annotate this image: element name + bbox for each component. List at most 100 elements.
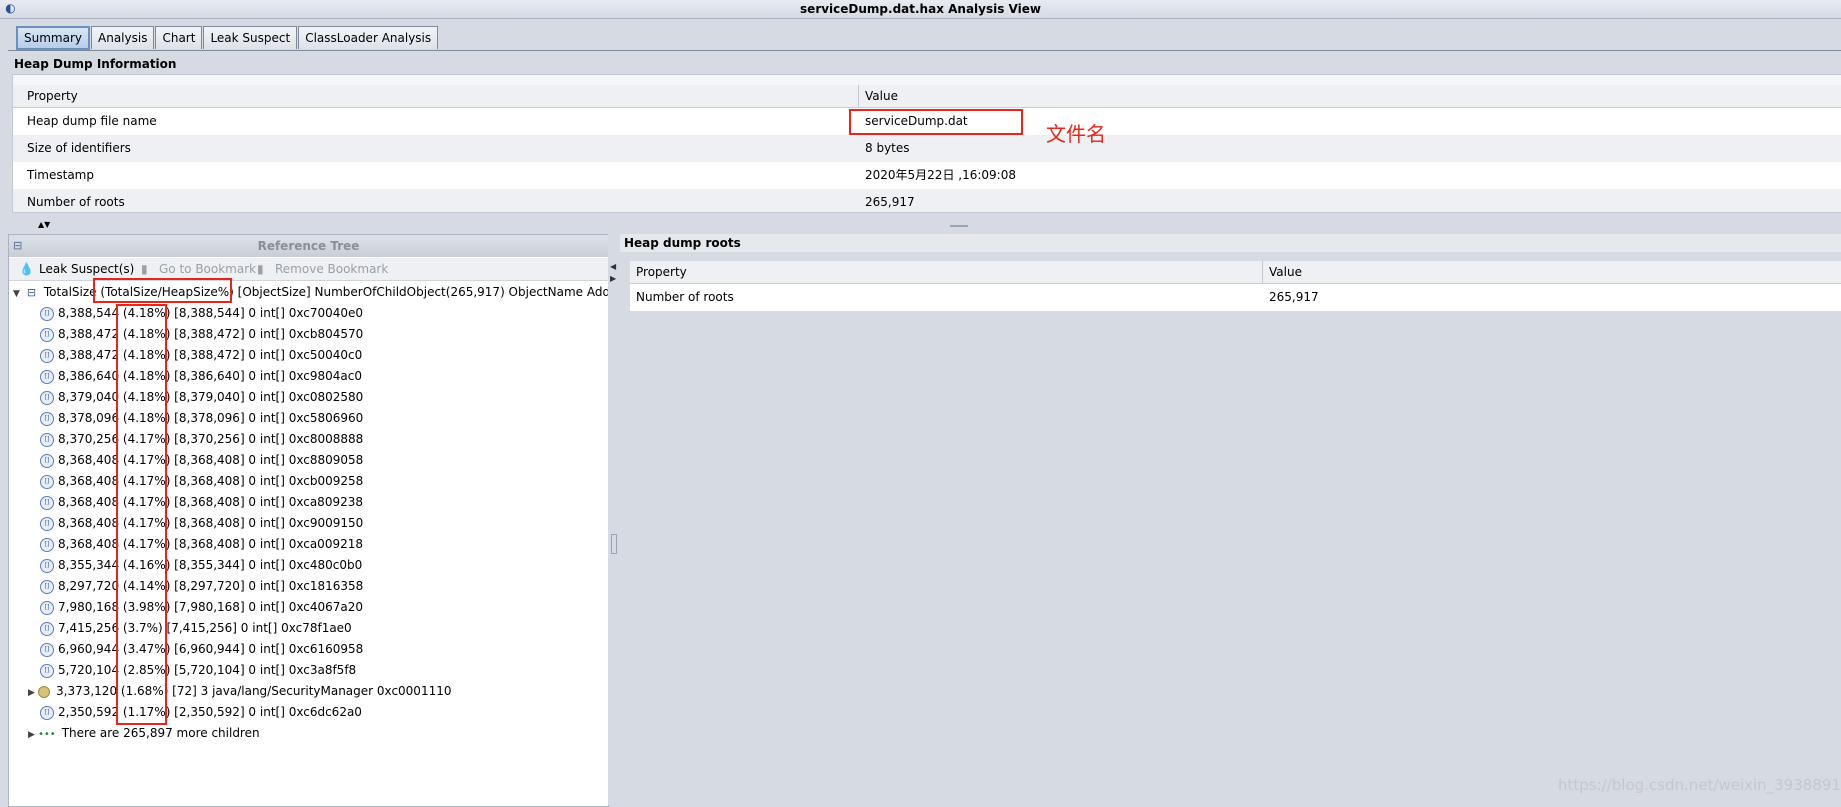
splitter-grip-icon[interactable] — [950, 225, 968, 227]
collapse-left-icon[interactable]: ◀ — [610, 262, 616, 271]
tab-classloader-analysis[interactable]: ClassLoader Analysis — [298, 26, 439, 49]
table-row[interactable]: Number of roots 265,917 — [13, 189, 1841, 212]
tree-row[interactable]: [] 2,350,592 (1.17%) [2,350,592] 0 int[] … — [40, 702, 362, 723]
tree-row[interactable]: [] 8,355,344 (4.16%) [8,355,344] 0 int[] … — [40, 555, 362, 576]
leak-suspects-button[interactable]: Leak Suspect(s) — [39, 262, 134, 276]
property-column-header[interactable]: Property — [636, 261, 687, 283]
tree-item-text: 8,388,472 (4.18%) [8,388,472] 0 int[] 0x… — [58, 348, 363, 362]
tree-item-text: 8,368,408 (4.17%) [8,368,408] 0 int[] 0x… — [58, 474, 364, 488]
tab-analysis[interactable]: Analysis — [91, 26, 155, 49]
tree-row[interactable]: ▶ 3,373,120 (1.68%) [72] 3 java/lang/Secu… — [28, 681, 451, 702]
remove-bookmark-icon: ▮ — [257, 262, 264, 276]
table-row[interactable]: Size of identifiers 8 bytes — [13, 135, 1841, 162]
value-column-header[interactable]: Value — [865, 89, 898, 103]
tree-row[interactable]: [] 8,368,408 (4.17%) [8,368,408] 0 int[] … — [40, 450, 363, 471]
watermark: https://blog.csdn.net/weixin_39388918 — [1558, 776, 1841, 794]
int-array-icon: [] — [40, 411, 54, 426]
tree-row[interactable]: [] 7,980,168 (3.98%) [7,980,168] 0 int[] … — [40, 597, 363, 618]
tree-item-text: 8,379,040 (4.18%) [8,379,040] 0 int[] 0x… — [58, 390, 364, 404]
int-array-icon: [] — [40, 558, 54, 573]
tree-item-text: 8,368,408 (4.17%) [8,368,408] 0 int[] 0x… — [58, 495, 363, 509]
go-to-bookmark-button[interactable]: Go to Bookmark — [159, 262, 256, 276]
vertical-splitter[interactable]: ◀ ▶ — [608, 234, 620, 805]
int-array-icon: [] — [40, 663, 54, 678]
table-row[interactable]: Timestamp 2020年5月22日 ,16:09:08 — [13, 162, 1841, 189]
tree-row[interactable]: [] 8,388,544 (4.18%) [8,388,544] 0 int[] … — [40, 303, 363, 324]
tree-row[interactable]: [] 8,388,472 (4.18%) [8,388,472] 0 int[] … — [40, 324, 363, 345]
int-array-icon: [] — [40, 537, 54, 552]
tree-view-icon[interactable]: ⊟ — [13, 235, 22, 257]
value-column-header[interactable]: Value — [1269, 261, 1302, 283]
tab-chart[interactable]: Chart — [155, 26, 203, 49]
tree-item-text: 8,355,344 (4.16%) [8,355,344] 0 int[] 0x… — [58, 558, 363, 572]
splitter-grip-icon[interactable] — [611, 534, 617, 554]
int-array-icon: [] — [40, 327, 54, 342]
heap-info-header: Property Value — [13, 85, 1841, 108]
tree-row[interactable]: [] 6,960,944 (3.47%) [6,960,944] 0 int[] … — [40, 639, 363, 660]
int-array-icon: [] — [40, 495, 54, 510]
value-cell: 2020年5月22日 ,16:09:08 — [865, 168, 1016, 182]
tree-row[interactable]: [] 8,370,256 (4.17%) [8,370,256] 0 int[] … — [40, 429, 363, 450]
tree-item-text: 8,368,408 (4.17%) [8,368,408] 0 int[] 0x… — [58, 516, 364, 530]
int-array-icon: [] — [40, 621, 54, 636]
tree-row[interactable]: [] 8,378,096 (4.18%) [8,378,096] 0 int[] … — [40, 408, 363, 429]
tree-row[interactable]: [] 8,297,720 (4.14%) [8,297,720] 0 int[] … — [40, 576, 363, 597]
leak-drop-icon: 💧 — [19, 262, 34, 276]
value-cell: 265,917 — [865, 195, 915, 209]
int-array-icon: [] — [40, 390, 54, 405]
int-array-icon: [] — [40, 306, 54, 321]
tree-row[interactable]: [] 8,386,640 (4.18%) [8,386,640] 0 int[] … — [40, 366, 362, 387]
value-cell: 8 bytes — [865, 141, 910, 155]
expand-triangle-icon[interactable]: ▼ — [13, 284, 23, 305]
tree-row[interactable]: [] 8,368,408 (4.17%) [8,368,408] 0 int[] … — [40, 492, 363, 513]
tree-row[interactable]: [] 5,720,104 (2.85%) [5,720,104] 0 int[] … — [40, 660, 356, 681]
column-divider[interactable] — [858, 85, 859, 107]
column-divider[interactable] — [1262, 261, 1263, 283]
int-array-icon: [] — [40, 432, 54, 447]
tree-item-text: 8,368,408 (4.17%) [8,368,408] 0 int[] 0x… — [58, 453, 364, 467]
table-row[interactable]: Number of roots 265,917 — [630, 284, 1841, 311]
tree-row[interactable]: [] 7,415,256 (3.7%) [7,415,256] 0 int[] 0… — [40, 618, 352, 639]
expand-triangle-icon[interactable]: ▶ — [28, 725, 38, 746]
tab-divider — [8, 50, 1841, 51]
reference-tree-title: Reference Tree — [257, 239, 360, 253]
tree-root-icon: ⊟ — [26, 286, 37, 299]
horizontal-splitter[interactable]: ▲▼ — [0, 219, 1841, 233]
reference-tree-header: ⊟ Reference Tree — [9, 235, 608, 257]
int-array-icon: [] — [40, 348, 54, 363]
int-array-icon: [] — [40, 516, 54, 531]
tab-leak-suspect[interactable]: Leak Suspect — [203, 26, 298, 49]
tab-summary[interactable]: Summary — [16, 26, 90, 50]
tree-row-more-children[interactable]: ▶ ••• There are 265,897 more children — [28, 723, 260, 744]
heap-roots-table: Property Value Number of roots 265,917 — [630, 261, 1841, 311]
property-column-header[interactable]: Property — [27, 89, 78, 103]
heap-roots-title: Heap dump roots — [620, 234, 1841, 252]
highlight-box — [849, 109, 1023, 135]
tree-row[interactable]: [] 8,379,040 (4.18%) [8,379,040] 0 int[] … — [40, 387, 363, 408]
remove-bookmark-button[interactable]: Remove Bookmark — [275, 262, 388, 276]
tree-row[interactable]: [] 8,368,408 (4.17%) [8,368,408] 0 int[] … — [40, 471, 363, 492]
int-array-icon: [] — [40, 474, 54, 489]
int-array-icon: [] — [40, 453, 54, 468]
object-icon — [38, 685, 50, 698]
tree-item-text: 7,415,256 (3.7%) [7,415,256] 0 int[] 0xc… — [58, 621, 352, 635]
heap-roots-header: Property Value — [630, 261, 1841, 284]
collapse-arrows-icon[interactable]: ▲▼ — [38, 220, 50, 229]
bookmark-icon: ▮ — [141, 262, 148, 276]
value-cell: 265,917 — [1269, 290, 1319, 304]
tree-item-text: 7,980,168 (3.98%) [7,980,168] 0 int[] 0x… — [58, 600, 363, 614]
expand-triangle-icon[interactable]: ▶ — [28, 683, 38, 704]
collapse-right-icon[interactable]: ▶ — [610, 274, 616, 283]
tree-row[interactable]: [] 8,368,408 (4.17%) [8,368,408] 0 int[] … — [40, 513, 363, 534]
int-array-icon: [] — [40, 705, 54, 720]
int-array-icon: [] — [40, 642, 54, 657]
tree-row[interactable]: [] 8,368,408 (4.17%) [8,368,408] 0 int[] … — [40, 534, 363, 555]
window-title-bar: ◐ serviceDump.dat.hax Analysis View — [0, 0, 1841, 19]
tree-item-text: 8,388,544 (4.18%) [8,388,544] 0 int[] 0x… — [58, 306, 364, 320]
tree-row[interactable]: [] 8,388,472 (4.18%) [8,388,472] 0 int[] … — [40, 345, 362, 366]
tree-item-text: 8,370,256 (4.17%) [8,370,256] 0 int[] 0x… — [58, 432, 364, 446]
tree-item-text: 2,350,592 (1.17%) [2,350,592] 0 int[] 0x… — [58, 705, 362, 719]
tree-item-text: 5,720,104 (2.85%) [5,720,104] 0 int[] 0x… — [58, 663, 357, 677]
property-cell: Number of roots — [636, 290, 734, 304]
property-cell: Heap dump file name — [27, 114, 157, 128]
